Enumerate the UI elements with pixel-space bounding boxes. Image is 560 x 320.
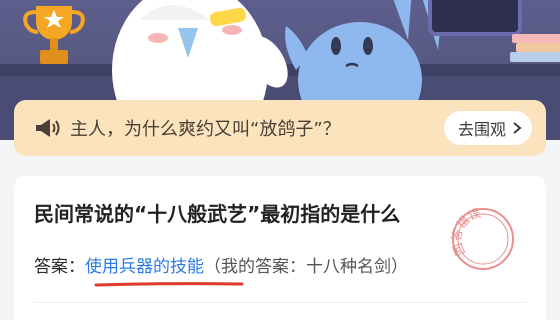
chevron-right-icon [513,122,522,134]
answer-line: 答案：使用兵器的技能（我的答案：十八种名剑） [34,252,408,277]
go-watch-label: 去围观 [457,120,506,139]
picture-frame [428,0,522,36]
go-watch-button[interactable]: 去围观 [443,111,532,145]
wrong-answer-stamp: 回答错误 [450,206,514,270]
correct-answer: 使用兵器的技能 [85,257,204,277]
books [510,34,560,62]
answer-label: 答案： [34,257,85,277]
notice-bar: 主人，为什么爽约又叫“放鸽子”？ 去围观 [14,100,546,156]
my-answer: （我的答案：十八种名剑） [204,257,408,277]
answer-underline [94,282,244,287]
trophy-icon [23,6,85,64]
notice-text: 主人，为什么爽约又叫“放鸽子”？ [70,119,341,140]
divider [34,302,526,303]
speaker-icon [36,119,60,137]
question-card: 民间常说的“十八般武艺”最初指的是什么 回答错误 答案：使用兵器的技能（我的答案… [14,176,546,320]
question-title: 民间常说的“十八般武艺”最初指的是什么 [34,202,401,226]
